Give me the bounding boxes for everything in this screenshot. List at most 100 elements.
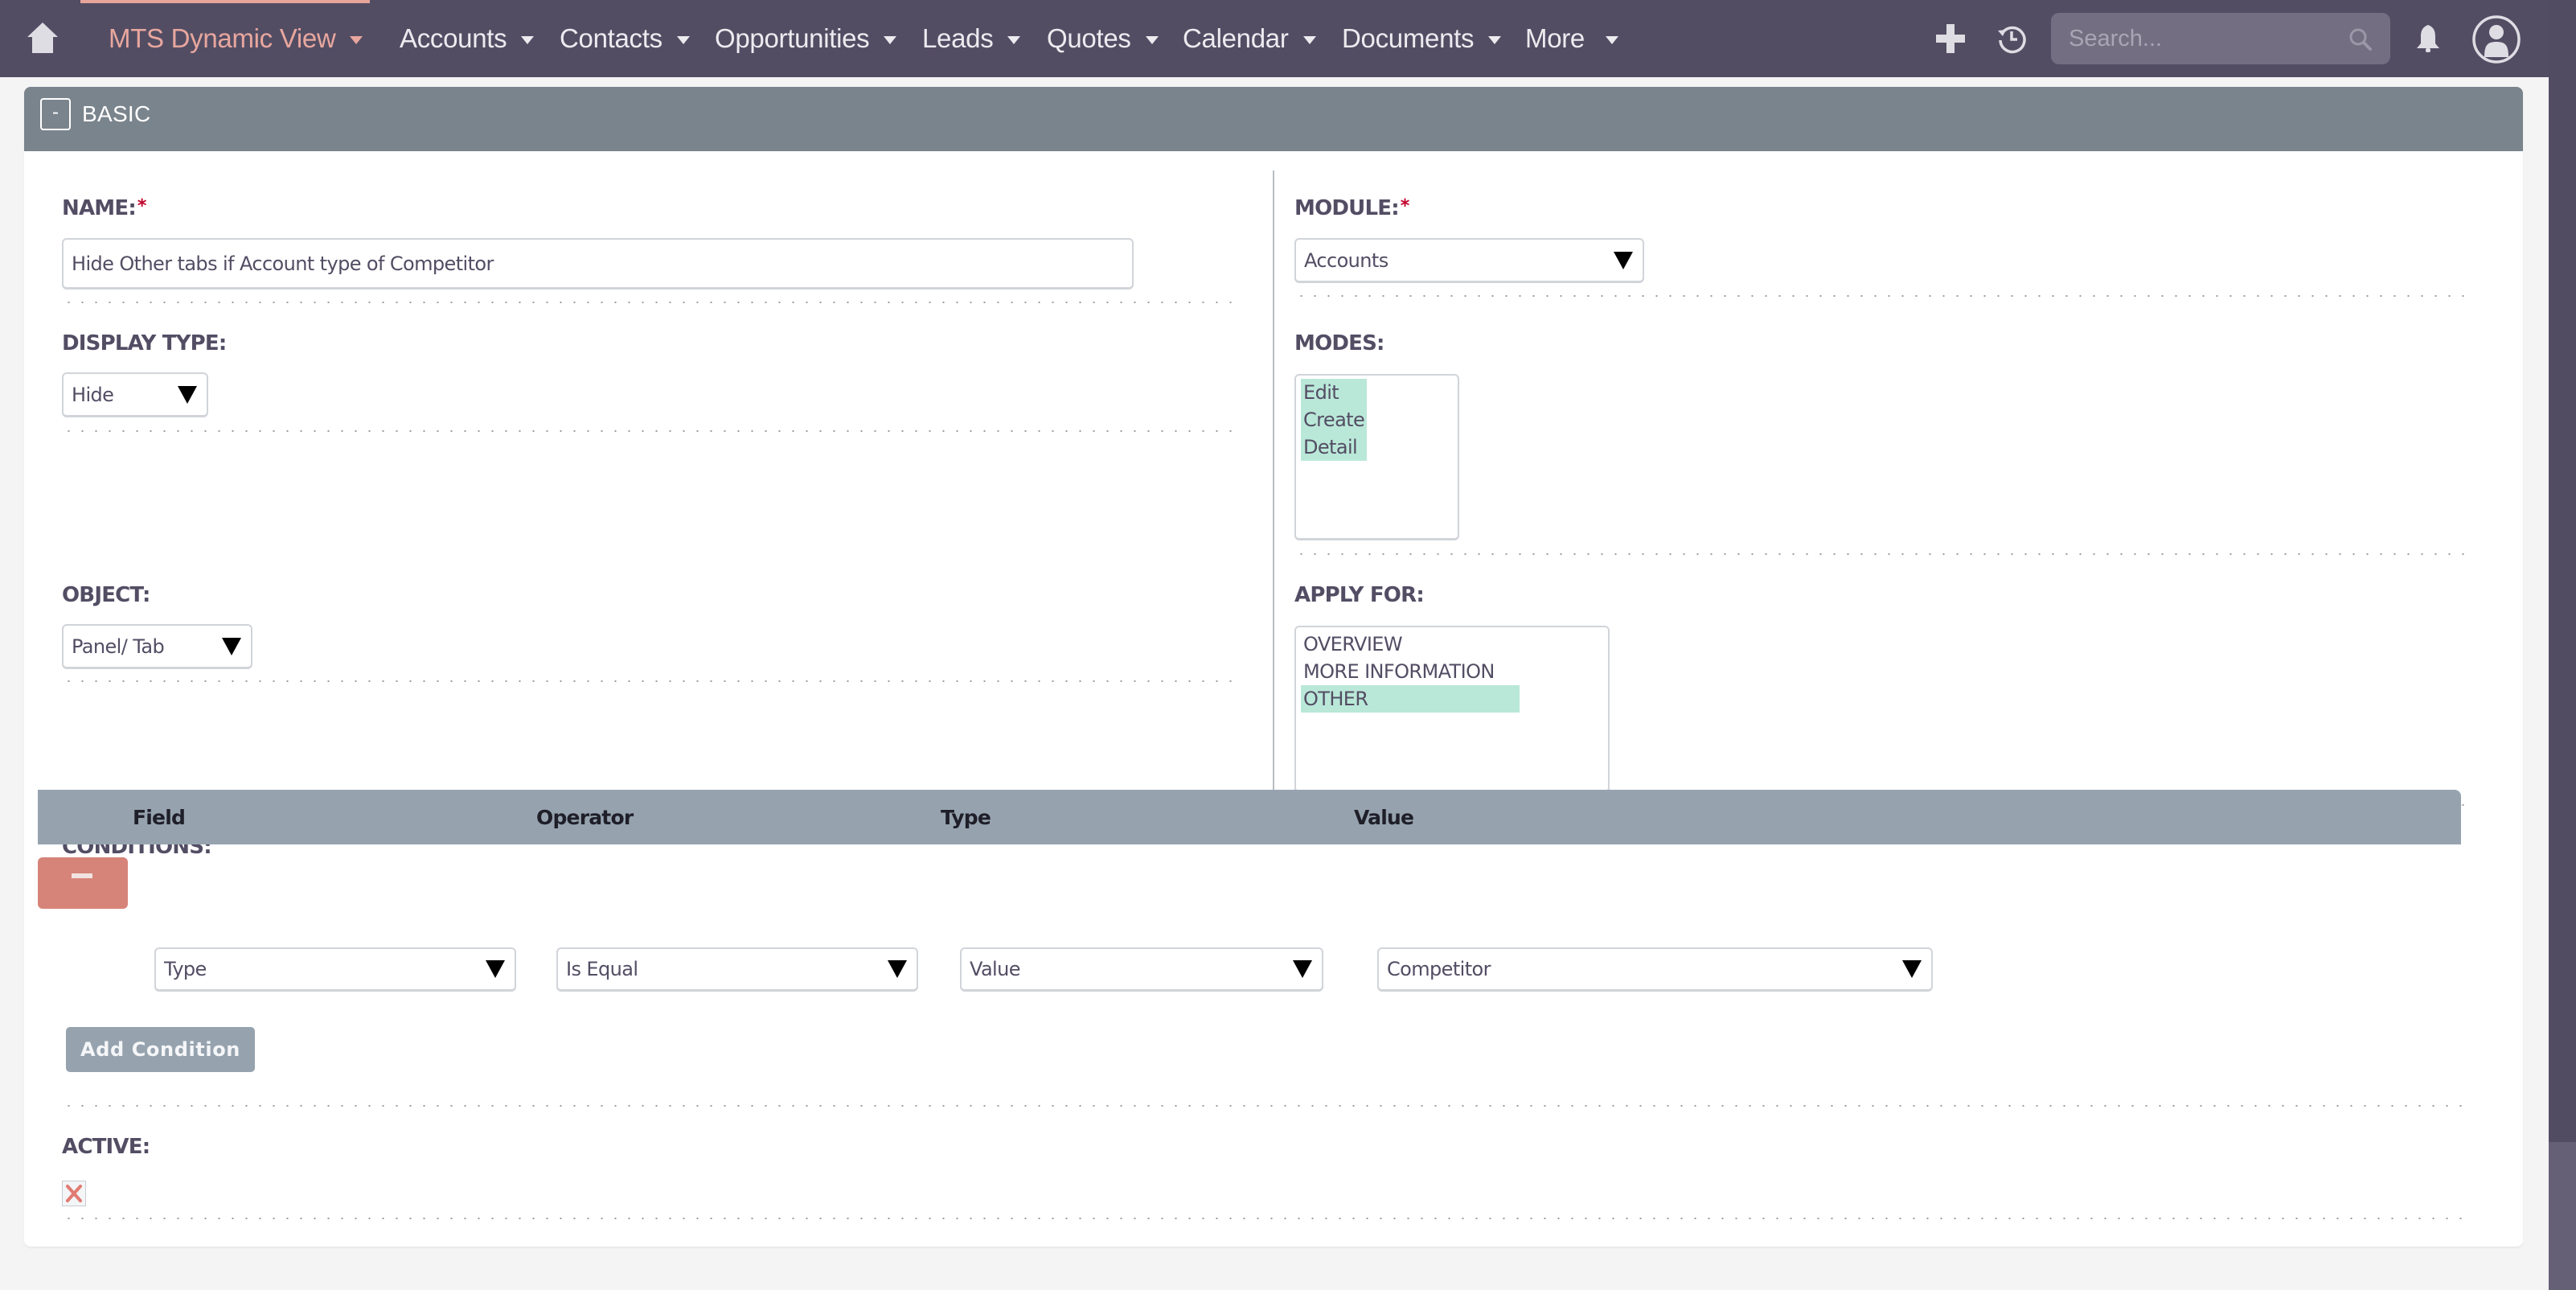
apply-for-label: APPLY FOR: — [1294, 583, 1425, 607]
name-input[interactable]: Hide Other tabs if Account type of Compe… — [62, 238, 1134, 290]
search-input[interactable] — [2069, 13, 2342, 64]
module-label-text: MODULE: — [1294, 196, 1400, 220]
display-type-select-value: Hide — [72, 383, 114, 406]
condition-operator-value: Is Equal — [566, 958, 638, 980]
apply-for-multiselect[interactable]: OVERVIEW MORE INFORMATION OTHER — [1294, 626, 1610, 793]
search-icon[interactable] — [2348, 27, 2373, 51]
dropdown-arrow-icon — [486, 960, 505, 978]
panel-header[interactable]: - BASIC — [24, 87, 2523, 151]
unchecked-x-icon — [66, 1185, 82, 1202]
nav-item-documents[interactable]: Documents — [1342, 21, 1502, 56]
display-type-label: DISPLAY TYPE: — [62, 331, 227, 355]
chevron-down-icon — [676, 36, 690, 44]
column-header-type: Type — [941, 806, 991, 829]
home-icon[interactable] — [26, 21, 59, 55]
condition-value-select[interactable]: Competitor — [1377, 947, 1933, 992]
required-marker: * — [1400, 196, 1409, 216]
condition-value-value: Competitor — [1387, 958, 1491, 980]
name-input-value: Hide Other tabs if Account type of Compe… — [72, 252, 494, 275]
object-label-text: OBJECT: — [62, 583, 150, 607]
object-select-value: Panel/ Tab — [72, 635, 165, 658]
field-divider — [1294, 295, 2468, 297]
display-type-label-text: DISPLAY TYPE: — [62, 331, 227, 355]
field-divider — [62, 430, 1236, 432]
field-divider — [62, 1105, 2466, 1107]
module-select-value: Accounts — [1304, 249, 1388, 272]
chevron-down-icon — [1606, 36, 1618, 44]
chevron-down-icon — [1302, 36, 1316, 44]
object-label: OBJECT: — [62, 583, 150, 607]
chevron-down-icon — [1488, 36, 1502, 44]
field-divider — [62, 680, 1236, 682]
nav-item-label: Quotes — [1047, 23, 1131, 53]
modes-label: MODES: — [1294, 331, 1384, 355]
column-header-value: Value — [1354, 806, 1414, 829]
nav-item-opportunities[interactable]: Opportunities — [715, 21, 897, 56]
active-module-indicator — [80, 0, 370, 3]
chevron-down-icon — [521, 36, 535, 44]
nav-item-leads[interactable]: Leads — [922, 21, 1021, 56]
object-select[interactable]: Panel/ Tab — [62, 624, 252, 669]
required-marker: * — [137, 196, 146, 216]
modes-option-edit[interactable]: Edit — [1301, 379, 1367, 406]
nav-brand-label: MTS Dynamic View — [109, 23, 336, 53]
history-icon[interactable] — [1996, 23, 2028, 55]
apply-for-label-text: APPLY FOR: — [1294, 583, 1425, 607]
nav-item-more[interactable]: More — [1525, 21, 1618, 56]
condition-operator-select[interactable]: Is Equal — [556, 947, 918, 992]
condition-field-select[interactable]: Type — [154, 947, 516, 992]
nav-item-label: More — [1525, 23, 1585, 53]
top-navigation-bar: MTS Dynamic View Accounts Contacts Oppor… — [0, 0, 2549, 77]
field-divider — [62, 1218, 2466, 1219]
name-label-text: NAME: — [62, 196, 137, 220]
condition-type-select[interactable]: Value — [960, 947, 1323, 992]
page-scrollbar[interactable] — [2549, 0, 2576, 1290]
nav-item-label: Opportunities — [715, 23, 870, 53]
remove-condition-button[interactable] — [38, 857, 128, 909]
chevron-down-icon — [350, 36, 363, 44]
global-search[interactable] — [2051, 13, 2390, 64]
condition-field-value: Type — [164, 958, 207, 980]
nav-item-label: Accounts — [400, 23, 507, 53]
dropdown-arrow-icon — [1614, 251, 1633, 269]
dropdown-arrow-icon — [888, 960, 907, 978]
dropdown-arrow-icon — [222, 637, 241, 655]
dropdown-arrow-icon — [1902, 960, 1922, 978]
apply-for-option-overview[interactable]: OVERVIEW — [1301, 631, 1520, 658]
modes-option-create[interactable]: Create — [1301, 406, 1367, 433]
apply-for-option-more-information[interactable]: MORE INFORMATION — [1301, 658, 1520, 685]
active-label-text: ACTIVE: — [62, 1135, 150, 1159]
nav-item-quotes[interactable]: Quotes — [1047, 21, 1159, 56]
scrollbar-thumb[interactable] — [2549, 0, 2576, 1142]
bell-icon[interactable] — [2413, 23, 2443, 55]
modes-label-text: MODES: — [1294, 331, 1384, 355]
column-divider — [1273, 170, 1274, 806]
user-avatar-icon[interactable] — [2471, 14, 2521, 64]
modes-option-detail[interactable]: Detail — [1301, 433, 1367, 461]
nav-item-contacts[interactable]: Contacts — [560, 21, 690, 56]
column-header-operator: Operator — [536, 806, 634, 829]
module-label: MODULE:* — [1294, 196, 1409, 220]
add-condition-button[interactable]: Add Condition — [66, 1027, 255, 1072]
minus-icon — [72, 873, 92, 878]
module-select[interactable]: Accounts — [1294, 238, 1644, 283]
nav-item-label: Leads — [922, 23, 994, 53]
plus-icon[interactable] — [1934, 23, 1967, 55]
chevron-down-icon — [884, 36, 897, 44]
nav-item-accounts[interactable]: Accounts — [400, 21, 535, 56]
field-divider — [62, 302, 1236, 303]
collapse-panel-button[interactable]: - — [40, 98, 71, 130]
dropdown-arrow-icon — [1293, 960, 1312, 978]
nav-item-calendar[interactable]: Calendar — [1183, 21, 1316, 56]
field-divider — [1294, 553, 2468, 555]
nav-brand-mts-dynamic-view[interactable]: MTS Dynamic View — [109, 21, 363, 56]
apply-for-option-other[interactable]: OTHER — [1301, 685, 1520, 713]
active-label: ACTIVE: — [62, 1135, 150, 1159]
nav-item-label: Documents — [1342, 23, 1475, 53]
condition-type-value: Value — [970, 958, 1021, 980]
display-type-select[interactable]: Hide — [62, 372, 208, 417]
name-label: NAME:* — [62, 196, 146, 220]
dropdown-arrow-icon — [178, 385, 197, 404]
active-checkbox[interactable] — [62, 1181, 86, 1206]
modes-multiselect[interactable]: Edit Create Detail — [1294, 374, 1459, 540]
